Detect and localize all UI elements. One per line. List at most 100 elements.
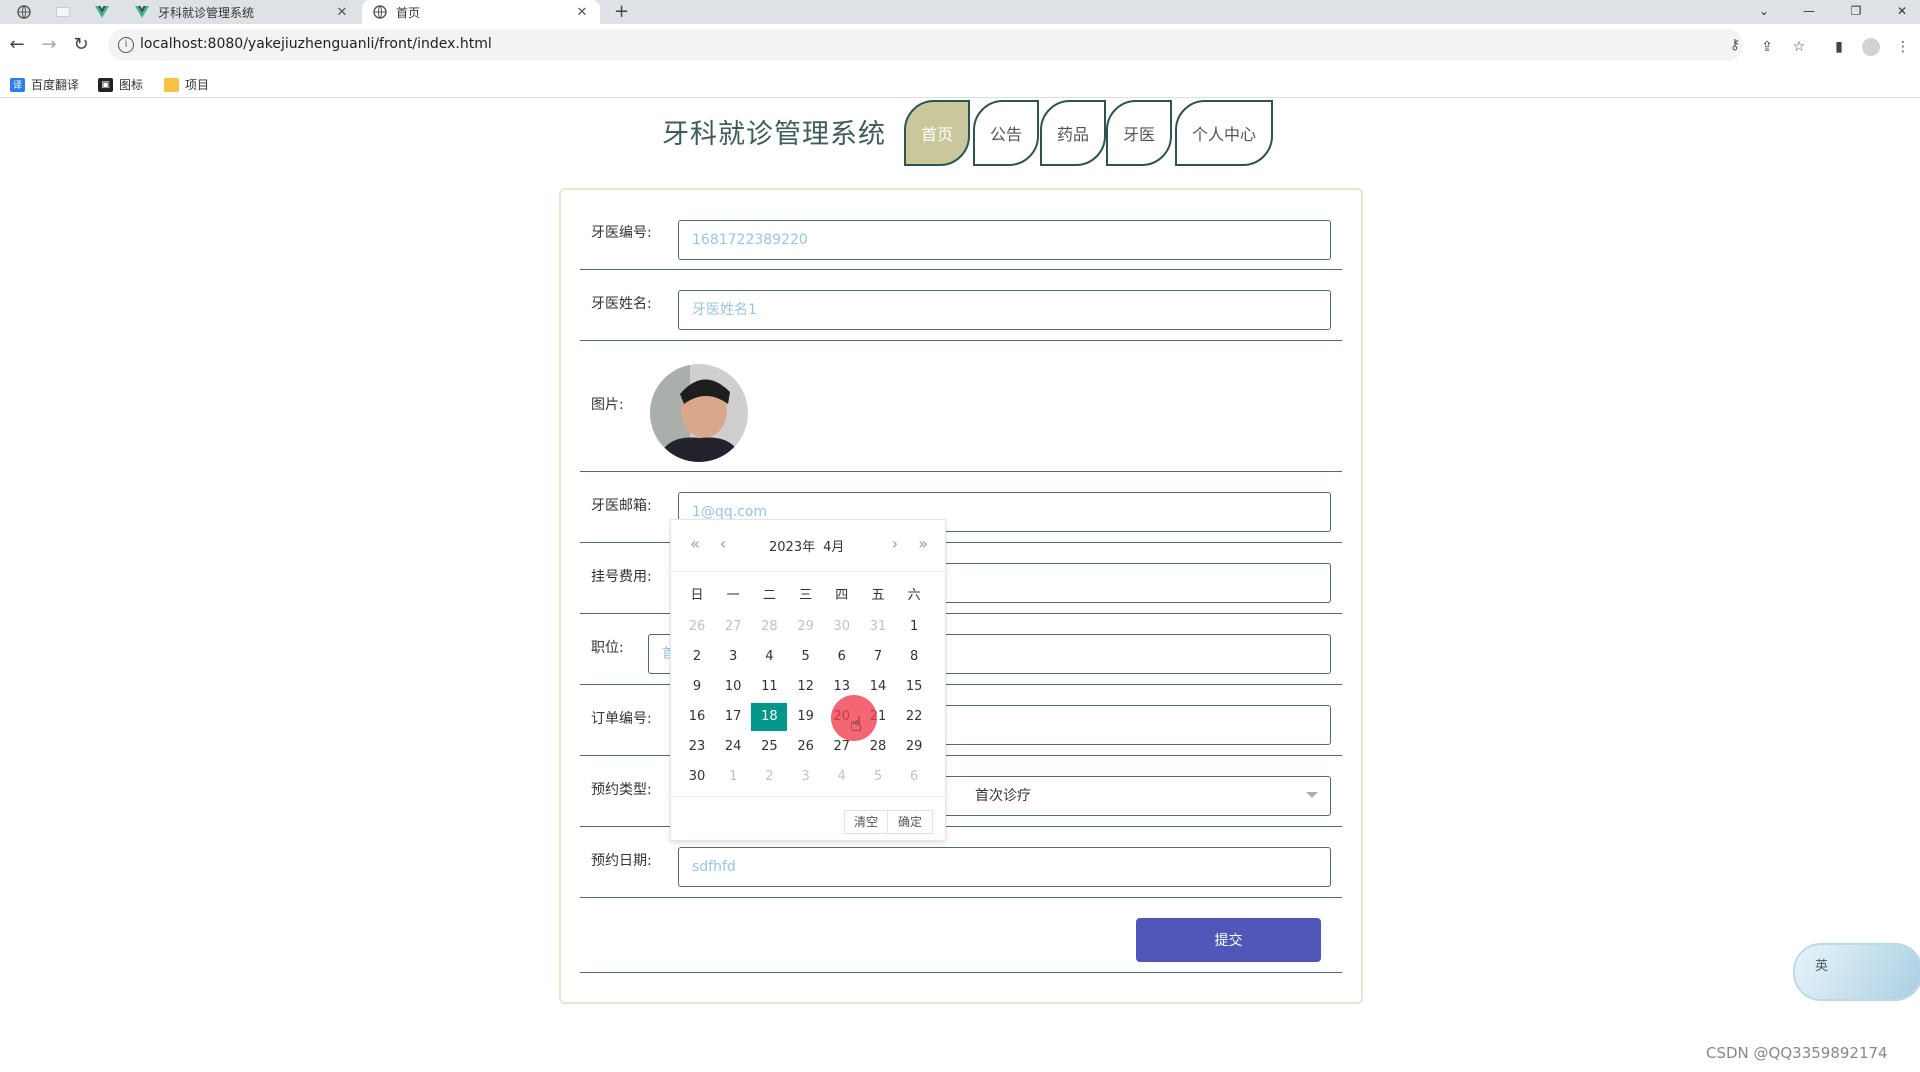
bookmark-icons[interactable]: ▣ 图标	[98, 76, 143, 93]
bookmark-baidu-translate[interactable]: 译 百度翻译	[10, 76, 79, 93]
input-method-widget[interactable]: 英	[1793, 943, 1920, 1001]
bookmark-label: 图标	[119, 78, 144, 92]
row-divider	[580, 269, 1342, 270]
fee-label: 挂号费用:	[591, 569, 652, 585]
blank-tab-icon[interactable]	[50, 0, 76, 24]
ime-language-label: 英	[1815, 959, 1829, 974]
nav-announcements[interactable]: 公告	[973, 100, 1039, 166]
calendar-day[interactable]: 19	[788, 703, 824, 731]
key-icon[interactable]: ⚷	[1725, 35, 1745, 55]
tab-home[interactable]: 首页 ✕	[362, 0, 600, 24]
calendar-day[interactable]: 6	[824, 643, 860, 671]
info-icon[interactable]: i	[118, 37, 134, 53]
reload-icon[interactable]: ↻	[68, 32, 94, 58]
back-icon[interactable]: ←	[4, 32, 30, 58]
bookmarks-bar: 译 百度翻译 ▣ 图标 项目	[0, 68, 1920, 98]
calendar-day[interactable]: 5	[860, 763, 896, 791]
calendar-day[interactable]: 4	[824, 763, 860, 791]
calendar-day[interactable]: 9	[679, 673, 715, 701]
minimize-icon[interactable]: —	[1795, 0, 1823, 24]
calendar-day[interactable]: 28	[751, 613, 787, 641]
calendar-day[interactable]: 25	[751, 733, 787, 761]
calendar-day[interactable]: 24	[715, 733, 751, 761]
next-year-icon[interactable]: »	[911, 534, 935, 553]
calendar-day[interactable]: 15	[896, 673, 932, 701]
nav-personal-center[interactable]: 个人中心	[1175, 100, 1273, 166]
image-icon: ▣	[98, 77, 113, 92]
close-tab-icon[interactable]: ✕	[334, 5, 350, 20]
calendar-day[interactable]: 3	[715, 643, 751, 671]
nav-medicines[interactable]: 药品	[1040, 100, 1106, 166]
restore-icon[interactable]: ❐	[1842, 0, 1870, 24]
more-menu-icon[interactable]: ⋮	[1892, 36, 1914, 58]
calendar-day[interactable]: 2	[679, 643, 715, 671]
calendar-day[interactable]: 30	[824, 613, 860, 641]
weekday-header: 二	[762, 588, 776, 603]
close-window-icon[interactable]: ✕	[1888, 0, 1916, 24]
calendar-day[interactable]: 31	[860, 613, 896, 641]
hand-cursor-icon: ☝	[850, 712, 863, 736]
calendar-day[interactable]: 3	[788, 763, 824, 791]
chevron-down-icon[interactable]	[1306, 792, 1318, 798]
calendar-day[interactable]: 7	[860, 643, 896, 671]
star-icon[interactable]: ☆	[1788, 36, 1810, 58]
url-field[interactable]: i localhost:8080/yakejiuzhenguanli/front…	[108, 29, 1743, 61]
calendar-day[interactable]: 10	[715, 673, 751, 701]
profile-icon[interactable]	[1860, 36, 1882, 58]
prev-year-icon[interactable]: «	[683, 534, 707, 553]
calendar-day[interactable]: 17	[715, 703, 751, 731]
calendar-day[interactable]: 2	[751, 763, 787, 791]
year-label[interactable]: 2023年	[769, 540, 815, 555]
new-tab-button[interactable]: +	[614, 0, 629, 24]
tab-dental-system[interactable]: 牙科就诊管理系统 ✕	[124, 0, 360, 24]
clear-button[interactable]: 清空	[844, 810, 888, 834]
bookmark-label: 项目	[185, 78, 210, 92]
next-month-icon[interactable]: ›	[883, 534, 907, 553]
calendar-day[interactable]: 26	[788, 733, 824, 761]
confirm-button[interactable]: 确定	[887, 810, 933, 834]
dentist-name-field[interactable]: 牙医姓名1	[678, 290, 1331, 330]
side-panel-icon[interactable]: ▮	[1828, 36, 1850, 58]
site-title: 牙科就诊管理系统	[662, 119, 886, 150]
forward-icon[interactable]: →	[36, 32, 62, 58]
email-label: 牙医邮箱:	[591, 498, 652, 514]
month-label[interactable]: 4月	[823, 540, 844, 555]
nav-home[interactable]: 首页	[904, 100, 970, 166]
calendar-day[interactable]: 27	[715, 613, 751, 641]
calendar-day[interactable]: 23	[679, 733, 715, 761]
weekday-header: 三	[799, 588, 813, 603]
calendar-day[interactable]: 18	[751, 703, 788, 731]
appt-date-field[interactable]: sdfhfd	[678, 847, 1331, 887]
calendar-day[interactable]: 30	[679, 763, 715, 791]
nav-dentists[interactable]: 牙医	[1106, 100, 1172, 166]
year-month-label[interactable]: 2023年 4月	[769, 536, 852, 555]
calendar-day[interactable]: 1	[715, 763, 751, 791]
calendar-day[interactable]: 22	[896, 703, 932, 731]
calendar-day[interactable]: 1	[896, 613, 932, 641]
calendar-day[interactable]: 5	[788, 643, 824, 671]
calendar-day[interactable]: 6	[896, 763, 932, 791]
tab-search-icon[interactable]: ⌄	[1750, 0, 1778, 24]
globe-tab-icon[interactable]	[10, 0, 38, 24]
calendar-day[interactable]: 4	[751, 643, 787, 671]
row-divider	[580, 471, 1342, 472]
dentist-id-field[interactable]: 1681722389220	[678, 220, 1331, 260]
calendar-day[interactable]: 14	[860, 673, 896, 701]
prev-month-icon[interactable]: ‹	[711, 534, 735, 553]
date-picker-popup: « ‹ 2023年 4月 › » 日一二三四五六 26 27 28 29 30 31 1 2 3 4…	[670, 519, 947, 841]
vue-tab-icon[interactable]	[90, 0, 114, 24]
calendar-day[interactable]: 16	[679, 703, 715, 731]
submit-button[interactable]: 提交	[1136, 918, 1321, 962]
calendar-day[interactable]: 29	[896, 733, 932, 761]
weekday-header: 日	[690, 588, 704, 603]
order-no-label: 订单编号:	[591, 711, 652, 727]
calendar-day[interactable]: 12	[788, 673, 824, 701]
bookmark-project[interactable]: 项目	[164, 76, 209, 93]
calendar-day[interactable]: 26	[679, 613, 715, 641]
close-tab-icon[interactable]: ✕	[574, 5, 590, 20]
calendar-day[interactable]: 8	[896, 643, 932, 671]
url-text[interactable]: localhost:8080/yakejiuzhenguanli/front/i…	[140, 36, 492, 52]
share-icon[interactable]: ⇪	[1756, 36, 1778, 58]
calendar-day[interactable]: 29	[788, 613, 824, 641]
calendar-day[interactable]: 11	[751, 673, 787, 701]
